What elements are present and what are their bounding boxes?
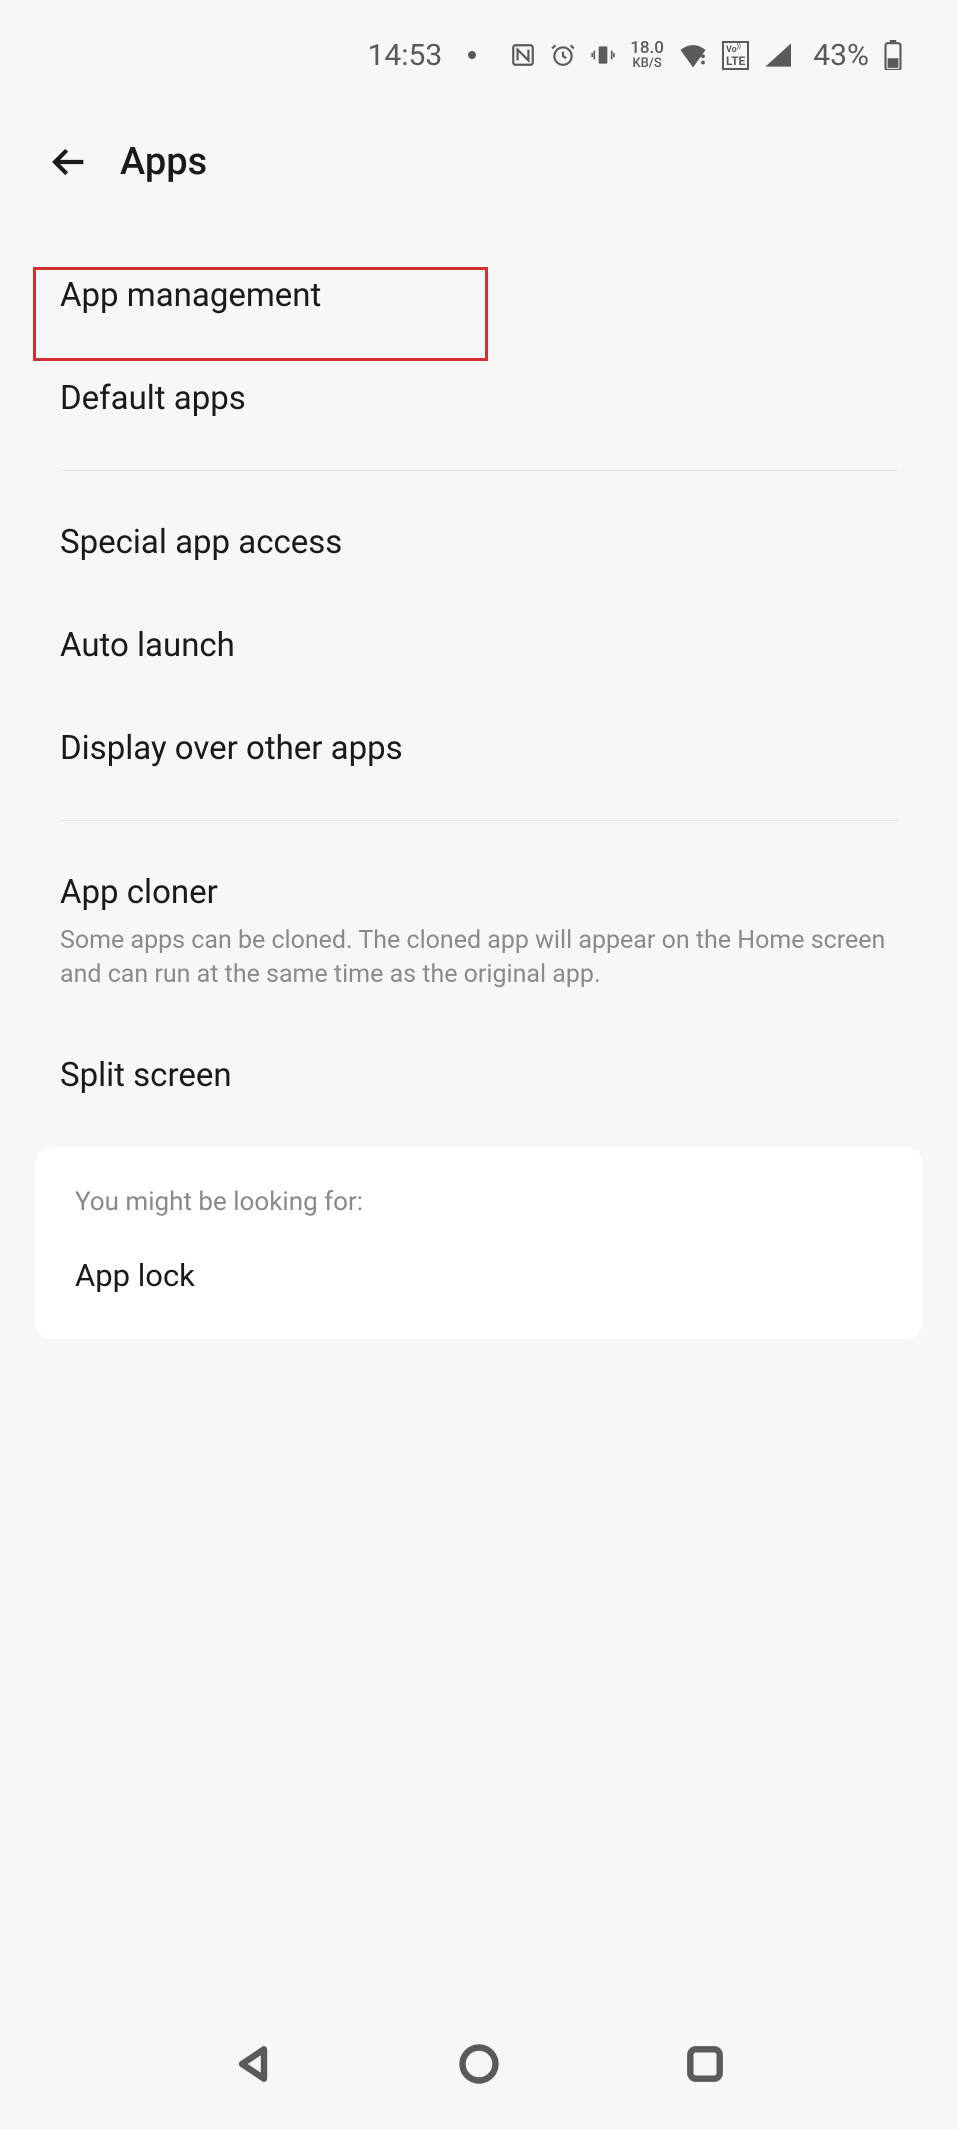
suggestion-header: You might be looking for: xyxy=(75,1187,883,1217)
item-default-apps[interactable]: Default apps xyxy=(0,347,958,450)
item-title: Special app access xyxy=(60,523,898,562)
page-title: Apps xyxy=(120,140,207,184)
suggestion-card: You might be looking for: App lock xyxy=(35,1147,923,1339)
item-title: Auto launch xyxy=(60,626,898,665)
header: Apps xyxy=(0,90,958,214)
volte-icon: Vo)) LTE xyxy=(722,41,749,70)
wifi-icon xyxy=(678,42,708,68)
item-split-screen[interactable]: Split screen xyxy=(0,1024,958,1127)
navigation-bar xyxy=(0,1999,958,2129)
battery-icon xyxy=(883,40,903,70)
item-auto-launch[interactable]: Auto launch xyxy=(0,594,958,697)
item-title: Default apps xyxy=(60,379,898,418)
item-title: App cloner xyxy=(60,873,898,912)
signal-icon xyxy=(763,43,791,67)
settings-list: App management Default apps Special app … xyxy=(0,214,958,1339)
suggestion-app-lock[interactable]: App lock xyxy=(75,1257,883,1294)
vibrate-icon xyxy=(590,42,616,68)
status-dot xyxy=(468,51,476,59)
item-subtitle: Some apps can be cloned. The cloned app … xyxy=(60,924,898,992)
status-bar: 14:53 18.0 KB/S Vo)) LTE 43% xyxy=(0,0,958,90)
nav-home-icon[interactable] xyxy=(457,2042,501,2086)
nav-recents-icon[interactable] xyxy=(683,2042,727,2086)
battery-percent: 43% xyxy=(813,38,869,73)
status-time: 14:53 xyxy=(368,38,443,73)
divider xyxy=(60,470,898,471)
back-arrow-icon[interactable] xyxy=(50,142,90,182)
item-title: App management xyxy=(60,276,898,315)
nav-back-icon[interactable] xyxy=(231,2042,275,2086)
item-title: Display over other apps xyxy=(60,729,898,768)
divider xyxy=(60,820,898,821)
alarm-icon xyxy=(550,42,576,68)
item-display-over-other-apps[interactable]: Display over other apps xyxy=(0,697,958,800)
item-app-management[interactable]: App management xyxy=(0,244,958,347)
item-title: Split screen xyxy=(60,1056,898,1095)
item-app-cloner[interactable]: App cloner Some apps can be cloned. The … xyxy=(0,841,958,1024)
item-special-app-access[interactable]: Special app access xyxy=(0,491,958,594)
nfc-icon xyxy=(510,42,536,68)
data-rate-indicator: 18.0 KB/S xyxy=(630,40,664,70)
